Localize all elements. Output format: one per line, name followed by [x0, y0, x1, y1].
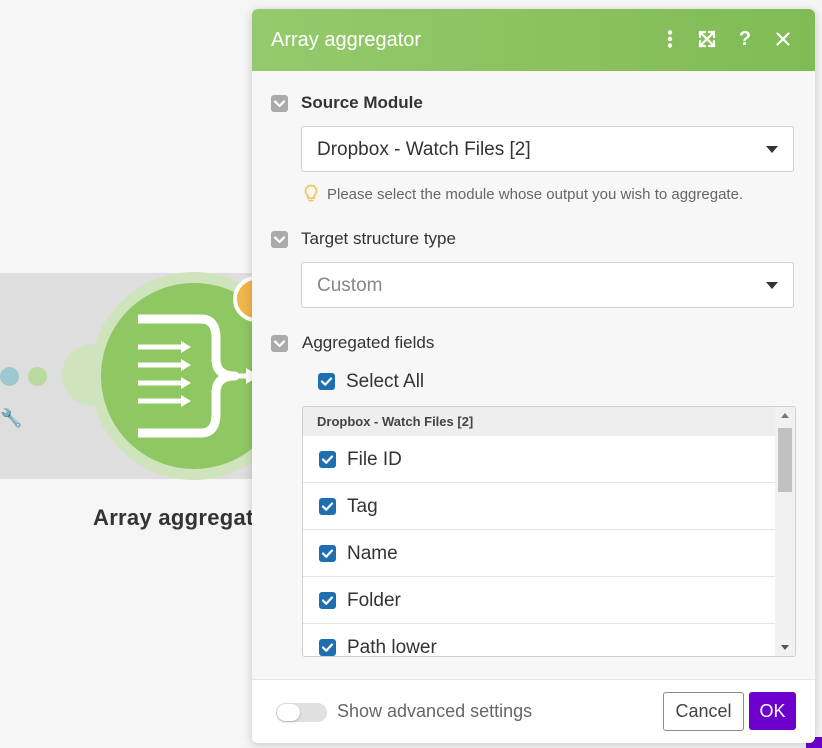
scroll-thumb[interactable]	[778, 428, 792, 492]
source-module-checkbox[interactable]	[271, 95, 288, 112]
list-item[interactable]: File ID	[303, 436, 775, 483]
field-checkbox[interactable]	[319, 545, 336, 562]
source-module-label: Source Module	[301, 93, 423, 112]
field-checkbox[interactable]	[319, 451, 336, 468]
source-module-hint: Please select the module whose output yo…	[304, 184, 743, 204]
target-structure-select[interactable]: Custom	[301, 262, 794, 308]
source-module-select[interactable]: Dropbox - Watch Files [2]	[301, 126, 794, 172]
select-all-label: Select All	[346, 371, 425, 392]
field-label: Path lower	[347, 637, 437, 657]
advanced-settings-label[interactable]: Show advanced settings	[337, 701, 532, 722]
dialog-footer: Show advanced settings Cancel OK	[252, 679, 815, 743]
fields-scrollbar[interactable]	[775, 407, 795, 656]
aggregated-fields-label: Aggregated fields	[302, 333, 435, 352]
dialog-title: Array aggregator	[271, 29, 422, 51]
ok-button[interactable]: OK	[749, 692, 796, 730]
hint-text: Please select the module whose output yo…	[327, 185, 744, 203]
help-icon[interactable]: ?	[732, 26, 758, 52]
wrench-icon[interactable]: 🔧	[0, 408, 22, 429]
connector-dot	[0, 367, 19, 386]
fields-group-header: Dropbox - Watch Files [2]	[303, 407, 775, 436]
scroll-up-icon[interactable]	[781, 413, 789, 418]
aggregated-fields-checkbox[interactable]	[271, 335, 288, 352]
field-label: Name	[347, 543, 398, 564]
aggregated-fields-list: Dropbox - Watch Files [2] File ID Tag Na…	[302, 406, 796, 657]
source-module-value: Dropbox - Watch Files [2]	[317, 139, 531, 160]
close-icon[interactable]	[770, 26, 796, 52]
fields-group-label: Dropbox - Watch Files [2]	[317, 414, 474, 429]
dialog-header: Array aggregator ?	[252, 9, 815, 71]
expand-icon[interactable]	[694, 26, 720, 52]
connector-dot	[28, 367, 47, 386]
list-item[interactable]: Name	[303, 530, 775, 577]
advanced-settings-toggle[interactable]	[276, 703, 327, 722]
module-label: Array aggregator	[93, 505, 277, 530]
target-structure-value: Custom	[317, 275, 383, 296]
select-all-checkbox[interactable]	[318, 373, 335, 390]
field-checkbox[interactable]	[319, 639, 336, 656]
list-item[interactable]: Folder	[303, 577, 775, 624]
chevron-down-icon	[766, 282, 778, 289]
field-checkbox[interactable]	[319, 592, 336, 609]
field-checkbox[interactable]	[319, 498, 336, 515]
cancel-button[interactable]: Cancel	[663, 692, 744, 731]
list-item[interactable]: Tag	[303, 483, 775, 530]
field-label: File ID	[347, 449, 402, 470]
list-item[interactable]: Path lower	[303, 624, 775, 657]
field-label: Folder	[347, 590, 401, 611]
dialog-body: Source Module Dropbox - Watch Files [2] …	[252, 71, 815, 679]
toggle-knob	[277, 704, 300, 721]
target-structure-checkbox[interactable]	[271, 231, 288, 248]
chevron-down-icon	[766, 146, 778, 153]
field-label: Tag	[347, 496, 378, 517]
scroll-down-icon[interactable]	[781, 645, 789, 650]
more-vertical-icon[interactable]	[657, 26, 683, 52]
target-structure-label: Target structure type	[301, 229, 456, 248]
module-settings-dialog: Array aggregator ? Source Module Dropbox…	[252, 9, 815, 743]
lightbulb-icon	[304, 184, 318, 202]
